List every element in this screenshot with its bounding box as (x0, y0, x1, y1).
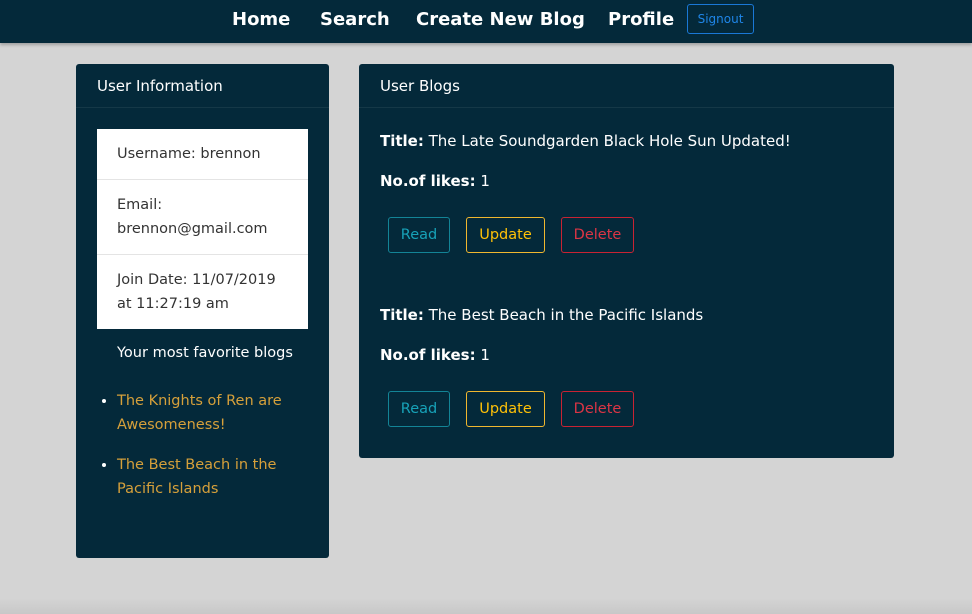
favorite-blogs-list: The Knights of Ren are Awesomeness! The … (97, 389, 327, 517)
nav-create-blog-link[interactable]: Create New Blog (416, 9, 585, 30)
top-navbar: Home Search Create New Blog Profile Sign… (0, 0, 972, 43)
nav-profile-link[interactable]: Profile (608, 9, 674, 30)
blog-title-label: Title: (380, 306, 424, 324)
blog-likes-label: No.of likes: (380, 346, 476, 364)
blog-likes-label: No.of likes: (380, 172, 476, 190)
delete-button[interactable]: Delete (561, 217, 634, 253)
nav-home-link[interactable]: Home (232, 9, 290, 30)
list-item: The Best Beach in the Pacific Islands (117, 453, 327, 501)
join-date-item: Join Date: 11/07/2019 at 11:27:19 am (117, 272, 276, 312)
blog-title-value: The Best Beach in the Pacific Islands (428, 306, 704, 324)
blog-likes-value: 1 (480, 346, 490, 364)
nav-search-link[interactable]: Search (320, 9, 390, 30)
read-button[interactable]: Read (388, 217, 450, 253)
blog-title-label: Title: (380, 132, 424, 150)
blog-title-line: Title: The Late Soundgarden Black Hole S… (380, 132, 791, 150)
update-button[interactable]: Update (466, 391, 545, 427)
signout-button[interactable]: Signout (687, 4, 754, 34)
delete-button[interactable]: Delete (561, 391, 634, 427)
favorite-blogs-title: Your most favorite blogs (117, 345, 293, 361)
read-button[interactable]: Read (388, 391, 450, 427)
favorite-blog-link[interactable]: The Knights of Ren are Awesomeness! (117, 393, 282, 433)
blog-title-line: Title: The Best Beach in the Pacific Isl… (380, 306, 703, 324)
blog-title-value: The Late Soundgarden Black Hole Sun Upda… (428, 132, 791, 150)
bottom-shadow (0, 598, 972, 614)
blog-likes-line: No.of likes: 1 (380, 346, 490, 364)
list-item: The Knights of Ren are Awesomeness! (117, 389, 327, 437)
user-blogs-header: User Blogs (359, 64, 894, 108)
update-button[interactable]: Update (466, 217, 545, 253)
blog-likes-line: No.of likes: 1 (380, 172, 490, 190)
username-item: Username: brennon (97, 129, 308, 180)
favorite-blog-link[interactable]: The Best Beach in the Pacific Islands (117, 457, 276, 497)
user-blogs-card: User Blogs Title: The Late Soundgarden B… (359, 64, 894, 458)
user-information-header: User Information (76, 64, 329, 108)
blog-likes-value: 1 (480, 172, 490, 190)
user-information-card: User Information Username: brennon Email… (76, 64, 329, 558)
user-info-list: Username: brennon Email: brennon@gmail.c… (97, 129, 308, 329)
email-item: Email: brennon@gmail.com (97, 180, 308, 255)
